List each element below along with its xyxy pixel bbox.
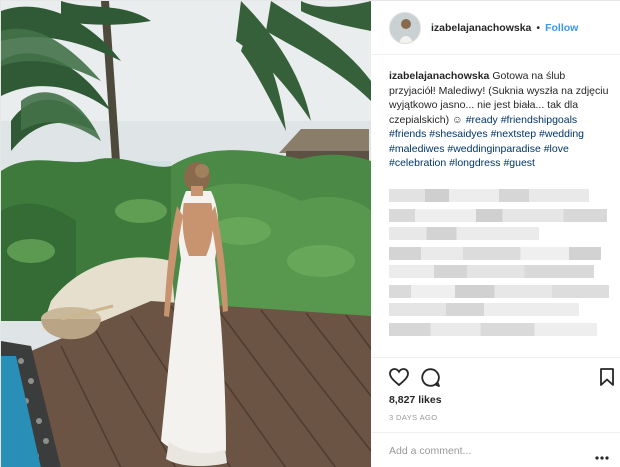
hashtag[interactable]: #longdress bbox=[449, 157, 500, 169]
hashtag[interactable]: #friends bbox=[389, 128, 426, 140]
caption-username[interactable]: izabelajanachowska bbox=[389, 70, 489, 82]
hashtag[interactable]: #love bbox=[544, 143, 569, 155]
hashtag[interactable]: #friendshipgoals bbox=[501, 114, 577, 126]
pixelated-comment-line bbox=[389, 189, 589, 202]
pixelated-comment-line bbox=[389, 265, 594, 278]
hashtag[interactable]: #guest bbox=[503, 157, 535, 169]
avatar[interactable] bbox=[389, 11, 421, 44]
comment-bar bbox=[372, 432, 620, 467]
comment-icon[interactable] bbox=[421, 368, 440, 392]
comment-input[interactable] bbox=[389, 444, 579, 457]
pixelated-comment-line bbox=[389, 209, 607, 222]
post-caption: izabelajanachowska Gotowa na ślub przyja… bbox=[389, 69, 609, 171]
header-separator: • bbox=[536, 21, 541, 34]
hashtag[interactable]: #weddinginparadise bbox=[447, 143, 540, 155]
pixelated-comments bbox=[389, 189, 611, 349]
hashtag[interactable]: #ready bbox=[466, 114, 498, 126]
post-header: izabelajanachowska • Follow bbox=[372, 1, 620, 55]
post-photo[interactable] bbox=[1, 1, 371, 467]
pixelated-comment-line bbox=[389, 227, 539, 240]
header-username[interactable]: izabelajanachowska bbox=[431, 22, 531, 34]
follow-button[interactable]: Follow bbox=[545, 22, 578, 34]
hashtag[interactable]: #celebration bbox=[389, 157, 446, 169]
hashtag[interactable]: #malediwes bbox=[389, 143, 444, 155]
hashtag[interactable]: #nextstep bbox=[491, 128, 537, 140]
hashtag[interactable]: #wedding bbox=[539, 128, 584, 140]
hashtag[interactable]: #shesaidyes bbox=[429, 128, 487, 140]
post-timestamp[interactable]: 3 DAYS AGO bbox=[389, 413, 437, 422]
post-side-panel: izabelajanachowska • Follow izabelajanac… bbox=[372, 1, 620, 467]
likes-count[interactable]: 8,827 likes bbox=[389, 394, 442, 406]
instagram-post: izabelajanachowska • Follow izabelajanac… bbox=[0, 0, 620, 467]
pixelated-comment-line bbox=[389, 247, 601, 260]
heart-icon[interactable] bbox=[389, 368, 409, 391]
pixelated-comment-line bbox=[389, 323, 597, 336]
caption-emoji: ☺ bbox=[452, 113, 463, 126]
pixelated-comment-line bbox=[389, 285, 609, 298]
ellipsis-icon[interactable] bbox=[595, 447, 609, 465]
photo-scene bbox=[1, 1, 371, 467]
pixelated-comment-line bbox=[389, 303, 579, 316]
avatar-image bbox=[390, 12, 420, 43]
bookmark-icon[interactable] bbox=[600, 368, 614, 391]
